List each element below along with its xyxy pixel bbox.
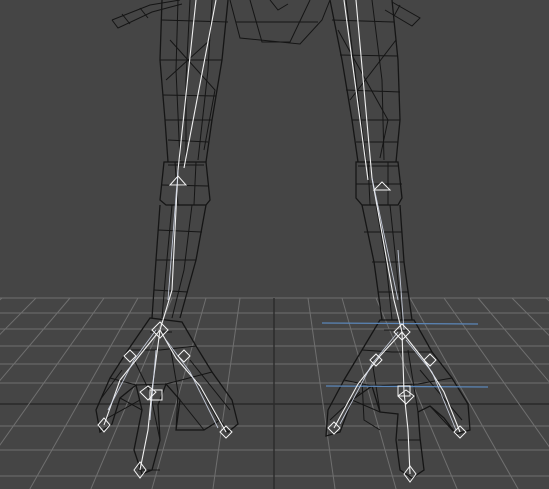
grid-line <box>0 297 37 336</box>
ground-grid <box>0 297 549 489</box>
scene-canvas[interactable] <box>0 0 549 489</box>
grid-line <box>0 297 71 382</box>
grid-line <box>307 297 336 489</box>
grid-line <box>443 297 549 448</box>
selection-gizmo-lines[interactable] <box>321 322 489 388</box>
top-crossbar <box>111 0 421 45</box>
grid-line <box>0 297 3 301</box>
grid-line <box>511 297 549 337</box>
right-leg-wireframe <box>325 0 471 479</box>
grid-line <box>0 297 105 446</box>
3d-viewport[interactable] <box>0 0 549 489</box>
left-leg-wireframe <box>95 0 239 475</box>
grid-line <box>477 297 549 383</box>
